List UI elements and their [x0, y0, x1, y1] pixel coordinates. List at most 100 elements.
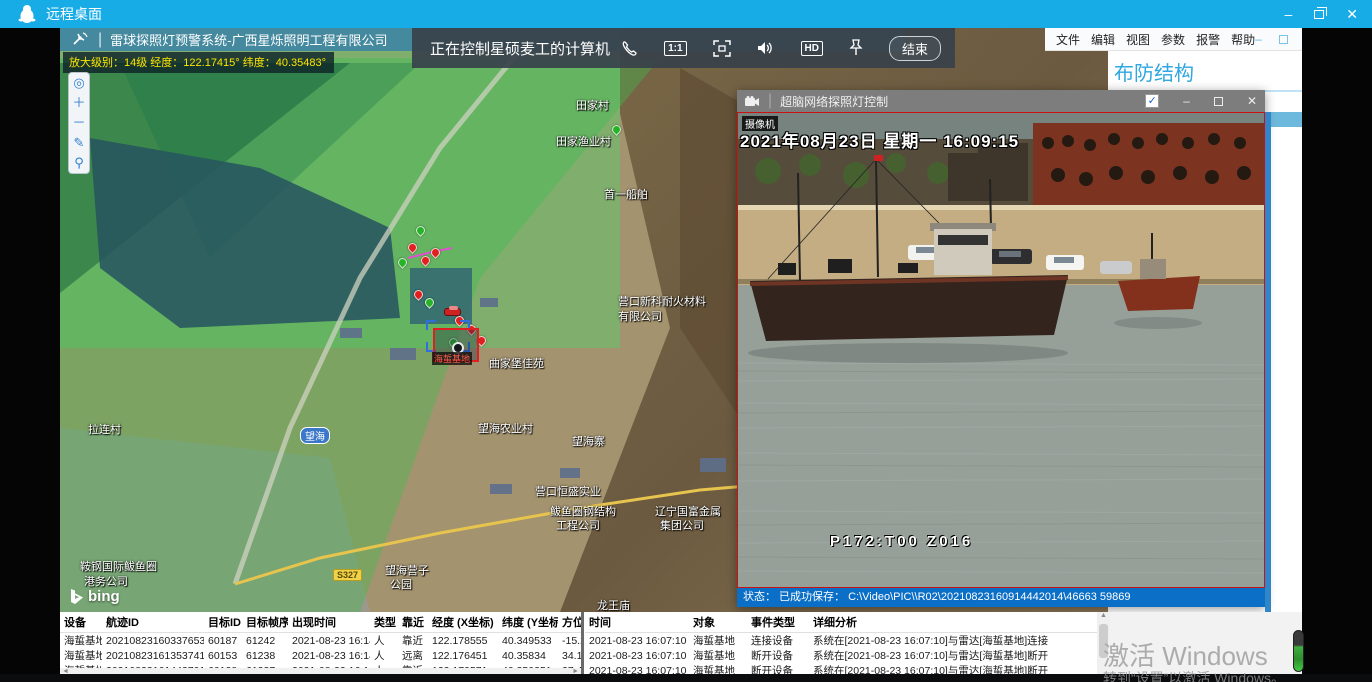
column-header[interactable]: 目标帧序号 [242, 612, 288, 633]
table-cell: 断开设备 [747, 648, 809, 663]
menu-item-4[interactable]: 报警 [1196, 31, 1220, 48]
camera-checkbox[interactable]: ✓ [1145, 94, 1159, 108]
drop-pin-icon[interactable]: ⚲ [71, 156, 87, 170]
column-header[interactable]: 纬度 (Y坐标) [498, 612, 558, 633]
phone-icon[interactable] [621, 40, 638, 57]
map-place-label: 港务公司 [84, 573, 128, 589]
end-session-button[interactable]: 结束 [889, 36, 941, 61]
map-place-label: 公园 [390, 576, 412, 592]
camera-icon [745, 96, 760, 107]
map-place-label: 首一船舶 [604, 186, 648, 202]
remote-desktop-title: 远程桌面 [46, 4, 102, 24]
map-place-label: 工程公司 [556, 517, 600, 533]
remote-status-text: 正在控制星硕麦工的计算机 [430, 38, 610, 59]
zoom-out-icon[interactable]: － [71, 116, 87, 130]
camera-video-feed[interactable]: 摄像机 2021年08月23日 星期一 16:09:15 P172:T00 Z0… [737, 112, 1265, 588]
table-row[interactable]: 海蜇基地2021082316033765303960187612422021-0… [60, 633, 583, 649]
table-cell: 20210823161353741052 [102, 648, 204, 663]
app-minimize-icon[interactable]: – [1255, 32, 1262, 46]
column-header[interactable]: 详细分析 [809, 612, 1097, 633]
column-header[interactable]: 类型 [370, 612, 398, 633]
table-cell: 122.176451 [428, 648, 498, 663]
data-tables-area: 设备航迹ID目标ID目标帧序号出现时间类型靠近经度 (X坐标)纬度 (Y坐标)方… [60, 612, 1110, 676]
scroll-up-icon[interactable]: ▲ [1097, 612, 1110, 619]
map-place-label: 营口恒盛实业 [535, 483, 601, 499]
map-place-label: 营口新科耐火材料 [618, 293, 706, 309]
table-row[interactable]: 2021-08-23 16:07:10海蜇基地断开设备系统在[2021-08-2… [585, 648, 1097, 663]
column-header[interactable]: 出现时间 [288, 612, 370, 633]
remote-desktop-titlebar[interactable]: 远程桌面 – ✕ [0, 0, 1372, 28]
table-cell: 系统在[2021-08-23 16:07:10]与雷达[海蜇基地]连接 [809, 633, 1097, 649]
table-cell: 远离 [398, 648, 428, 663]
table-row[interactable]: 2021-08-23 16:07:10海蜇基地连接设备系统在[2021-08-2… [585, 633, 1097, 649]
road-badge: S327 [333, 569, 362, 581]
locate-icon[interactable]: ◎ [71, 76, 87, 90]
table-row[interactable]: 海蜇基地2021082316135374105260153612382021-0… [60, 648, 583, 663]
column-header[interactable]: 航迹ID [102, 612, 204, 633]
map-place-label: 拉连村 [88, 421, 121, 437]
zoom-in-icon[interactable]: ＋ [71, 96, 87, 110]
camera-titlebar[interactable]: | 超脑网络探照灯控制 ✓ – ✕ [737, 90, 1265, 112]
event-table[interactable]: 时间对象事件类型详细分析2021-08-23 16:07:10海蜇基地连接设备系… [585, 612, 1097, 678]
menu-item-5[interactable]: 帮助 [1231, 31, 1255, 48]
desktop-restore-icon[interactable] [1314, 10, 1324, 19]
volume-icon[interactable] [757, 40, 775, 56]
camera-minimize-icon[interactable]: – [1183, 94, 1190, 108]
column-header[interactable]: 方位角 [558, 612, 583, 633]
table-cell: 系统在[2021-08-23 16:07:10]与雷达[海蜇基地]断开 [809, 648, 1097, 663]
table-splitter[interactable] [581, 612, 584, 676]
app-title: 雷球探照灯预警系统-广西星烁照明工程有限公司 [110, 30, 387, 49]
map-place-label: 望海寨 [572, 433, 605, 449]
camera-close-icon[interactable]: ✕ [1247, 94, 1257, 108]
table-cell: 海蜇基地 [689, 633, 747, 649]
menu-item-2[interactable]: 视图 [1126, 31, 1150, 48]
map-place-label: 龙王庙 [597, 597, 630, 612]
menu-item-3[interactable]: 参数 [1161, 31, 1185, 48]
activate-windows-hint: 转到“设置”以激活 Windows。 [1103, 668, 1285, 682]
table-cell: 40.349533 [498, 633, 558, 649]
hd-icon[interactable]: HD [801, 41, 823, 56]
ratio-1-1-icon[interactable]: 1:1 [664, 41, 686, 56]
bing-logo-icon [70, 589, 84, 605]
column-header[interactable]: 靠近 [398, 612, 428, 633]
harbor-scene [738, 113, 1265, 588]
table-cell: 靠近 [398, 633, 428, 649]
table-cell: 人 [370, 633, 398, 649]
screen: 放大级别：14级 经度：122.17415° 纬度：40.35483° ◎ ＋ … [0, 0, 1372, 682]
column-header[interactable]: 经度 (X坐标) [428, 612, 498, 633]
column-header[interactable]: 设备 [60, 612, 102, 633]
table-cell: 人 [370, 648, 398, 663]
bing-logo: bing [70, 588, 120, 605]
map-zoom-coords-info: 放大级别：14级 经度：122.17415° 纬度：40.35483° [63, 52, 334, 73]
table-cell: 34.18 [558, 648, 583, 663]
column-header[interactable]: 目标ID [204, 612, 242, 633]
table-cell: 海蜇基地 [60, 648, 102, 663]
desktop-close-icon[interactable]: ✕ [1346, 6, 1358, 23]
table-cell: -15.27 [558, 633, 583, 649]
radar-base-label: 海蜇基地 [432, 352, 472, 365]
menu-item-1[interactable]: 编辑 [1091, 31, 1115, 48]
table-cell: 2021-08-23 16:14:50 [288, 648, 370, 663]
app-restore-icon[interactable] [1279, 35, 1288, 44]
pin-icon[interactable] [849, 39, 863, 57]
remote-control-toolbar: 正在控制星硕麦工的计算机 1:1 HD 结束 [412, 28, 955, 68]
camera-restore-icon[interactable] [1214, 97, 1223, 106]
titlebar-separator: | [98, 31, 102, 49]
qq-penguin-icon [18, 4, 36, 24]
fullscreen-icon[interactable] [713, 40, 731, 57]
camera-window-title: 超脑网络探照灯控制 [780, 93, 888, 110]
table-cell: 61242 [242, 633, 288, 649]
table-cell: 海蜇基地 [60, 633, 102, 649]
measure-icon[interactable]: ✎ [71, 136, 87, 150]
column-header[interactable]: 对象 [689, 612, 747, 633]
column-header[interactable]: 时间 [585, 612, 689, 633]
panel-scrollbar[interactable] [1265, 112, 1271, 612]
table-cell: 2021-08-23 16:07:10 [585, 648, 689, 663]
desktop-minimize-icon[interactable]: – [1284, 6, 1292, 22]
table-cell: 61238 [242, 648, 288, 663]
column-header[interactable]: 事件类型 [747, 612, 809, 633]
menu-item-0[interactable]: 文件 [1056, 31, 1080, 48]
panel-blue-bar [1267, 112, 1302, 127]
table-cell: 海蜇基地 [689, 648, 747, 663]
map-place-label: 望海农业村 [478, 420, 533, 436]
